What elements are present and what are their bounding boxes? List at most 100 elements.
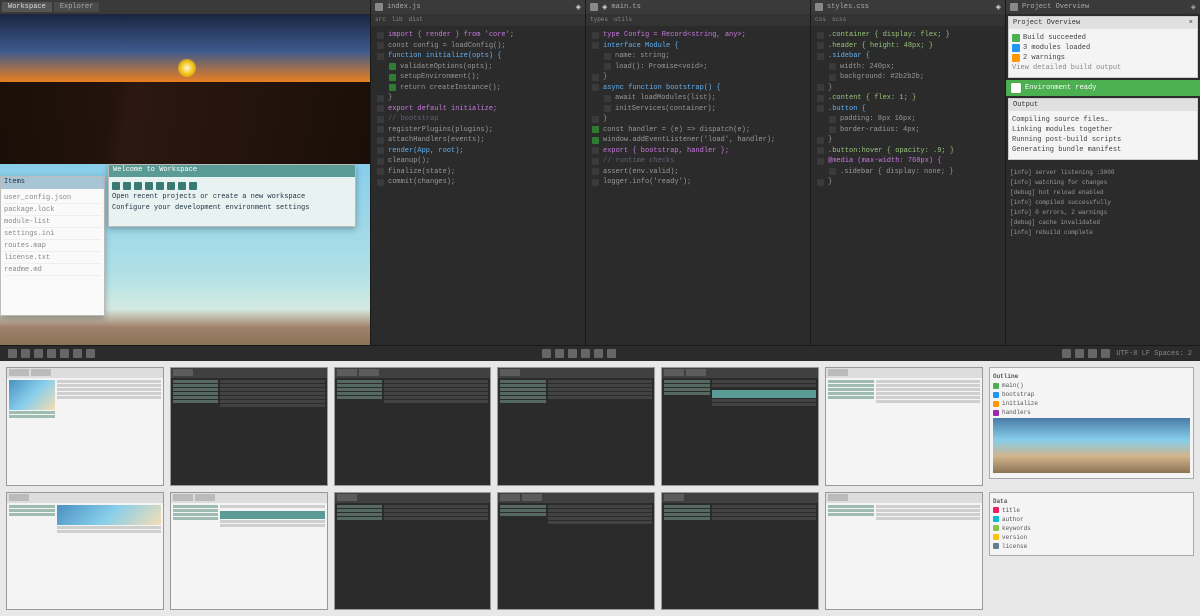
editor1-breadcrumb: srclibdist [371, 14, 585, 26]
outline-item[interactable]: main() [1002, 382, 1024, 389]
editor1-titlebar: index.js◈ [371, 0, 585, 14]
overview-panel: Project Overview× Build succeeded 3 modu… [1008, 16, 1198, 78]
top-region: Workspace Explorer Items user_config.jso… [0, 0, 1200, 345]
output-line: Linking modules together [1012, 126, 1194, 134]
tool-icon[interactable] [1075, 349, 1084, 358]
window-thumb[interactable] [170, 367, 328, 486]
data-item[interactable]: version [1002, 534, 1027, 541]
outline-item[interactable]: handlers [1002, 409, 1031, 416]
tool-icon[interactable] [1062, 349, 1071, 358]
tool-icon[interactable] [73, 349, 82, 358]
data-item[interactable]: keywords [1002, 525, 1031, 532]
tool-icon[interactable] [607, 349, 616, 358]
green-status-bar: Environment ready [1006, 80, 1200, 96]
encoding-label[interactable]: UTF-8 LF Spaces: 2 [1116, 350, 1192, 358]
outline-item[interactable]: initialize [1002, 400, 1038, 407]
right-column: Project Overview◈ Project Overview × Buil… [1005, 0, 1200, 345]
data-item[interactable]: author [1002, 516, 1024, 523]
list-item[interactable]: readme.md [4, 266, 101, 276]
editor-pane-2: ◈main.ts typesutils type Config = Record… [585, 0, 810, 345]
list-item[interactable]: license.txt [4, 254, 101, 264]
window-thumb[interactable] [825, 367, 983, 486]
output-line: Running post-build scripts [1012, 136, 1194, 144]
shield-icon: ◈ [996, 3, 1001, 12]
outline-panel: Outline main() bootstrap initialize hand… [989, 367, 1194, 479]
tool-icon[interactable] [34, 349, 43, 358]
tool-icon[interactable] [60, 349, 69, 358]
panel-footer[interactable]: View detailed build output [1012, 64, 1121, 72]
window-thumb[interactable] [6, 492, 164, 611]
editor3-titlebar: styles.css ◈ [811, 0, 1005, 14]
bottom-region: Outline main() bootstrap initialize hand… [0, 361, 1200, 616]
status-item: 2 warnings [1023, 54, 1065, 62]
window-thumb[interactable] [497, 367, 655, 486]
data-title: Data [993, 498, 1190, 505]
data-item[interactable]: license [1002, 543, 1027, 550]
tool-icon[interactable] [1101, 349, 1110, 358]
float-welcome-window[interactable]: Welcome to Workspace Open recent project… [108, 164, 356, 227]
log-line: [debug] cache invalidated [1010, 219, 1196, 226]
log-line: [info] rebuild complete [1010, 229, 1196, 236]
output-title: Output [1013, 101, 1038, 109]
tool-icon[interactable] [555, 349, 564, 358]
list-item[interactable]: settings.ini [4, 230, 101, 240]
window-thumb[interactable] [661, 492, 819, 611]
welcome-line: Configure your development environment s… [112, 204, 352, 212]
panel-title: Project Overview [1013, 19, 1080, 27]
side-panels: Outline main() bootstrap initialize hand… [989, 367, 1194, 486]
editor2-breadcrumb: typesutils [586, 14, 810, 26]
tool-icon[interactable] [568, 349, 577, 358]
tool-icon[interactable] [8, 349, 17, 358]
tool-icon[interactable] [542, 349, 551, 358]
list-item[interactable]: module-list [4, 218, 101, 228]
editor2-code[interactable]: type Config = Record<string, any>; inter… [586, 26, 810, 192]
float-list-window[interactable]: Items user_config.json package.lock modu… [0, 176, 105, 316]
tool-icon[interactable] [47, 349, 56, 358]
output-line: Compiling source files… [1012, 116, 1194, 124]
tab-workspace[interactable]: Workspace [2, 2, 52, 12]
status-dot-icon [1012, 34, 1020, 42]
outline-item[interactable]: bootstrap [1002, 391, 1034, 398]
tool-icon[interactable] [581, 349, 590, 358]
window-thumb[interactable] [497, 492, 655, 611]
list-item[interactable]: package.lock [4, 206, 101, 216]
editor1-code[interactable]: import { render } from 'core'; const con… [371, 26, 585, 192]
list-item[interactable]: routes.map [4, 242, 101, 252]
editor2-titlebar: ◈main.ts [586, 0, 810, 14]
file-icon [375, 3, 383, 11]
list-item[interactable]: user_config.json [4, 194, 101, 204]
window-thumb[interactable] [170, 492, 328, 611]
panel-icon [1010, 3, 1018, 11]
file-icon [590, 3, 598, 11]
tool-icon[interactable] [21, 349, 30, 358]
file-icon [815, 3, 823, 11]
welcome-title: Welcome to Workspace [109, 165, 355, 177]
status-dot-icon [1012, 44, 1020, 52]
left-column: Workspace Explorer Items user_config.jso… [0, 0, 370, 345]
editor3-title: styles.css [827, 3, 869, 11]
log-line: [info] 0 errors, 2 warnings [1010, 209, 1196, 216]
tool-icon[interactable] [1088, 349, 1097, 358]
output-panel: Output Compiling source files… Linking m… [1008, 98, 1198, 160]
outline-title: Outline [993, 373, 1190, 380]
terminal-panel[interactable]: [info] server listening :3000 [info] wat… [1006, 162, 1200, 345]
preview-image [993, 418, 1190, 473]
window-thumb[interactable] [334, 367, 492, 486]
right-titlebar: Project Overview◈ [1006, 0, 1200, 14]
close-icon[interactable]: ◈ [1191, 3, 1196, 12]
tool-icon[interactable] [594, 349, 603, 358]
window-thumb[interactable] [334, 492, 492, 611]
editor3-code[interactable]: .container { display: flex; } .header { … [811, 26, 1005, 192]
window-thumb[interactable] [6, 367, 164, 486]
log-line: [info] server listening :3000 [1010, 169, 1196, 176]
tab-explorer[interactable]: Explorer [54, 2, 100, 12]
data-item[interactable]: title [1002, 507, 1020, 514]
close-icon[interactable]: × [1189, 19, 1193, 27]
tool-icon[interactable] [86, 349, 95, 358]
sky-desktop: Items user_config.json package.lock modu… [0, 164, 370, 345]
status-item: Build succeeded [1023, 34, 1086, 42]
window-thumb[interactable] [661, 367, 819, 486]
welcome-line: Open recent projects or create a new wor… [112, 193, 352, 201]
window-thumb[interactable] [825, 492, 983, 611]
status-dot-icon [1012, 54, 1020, 62]
